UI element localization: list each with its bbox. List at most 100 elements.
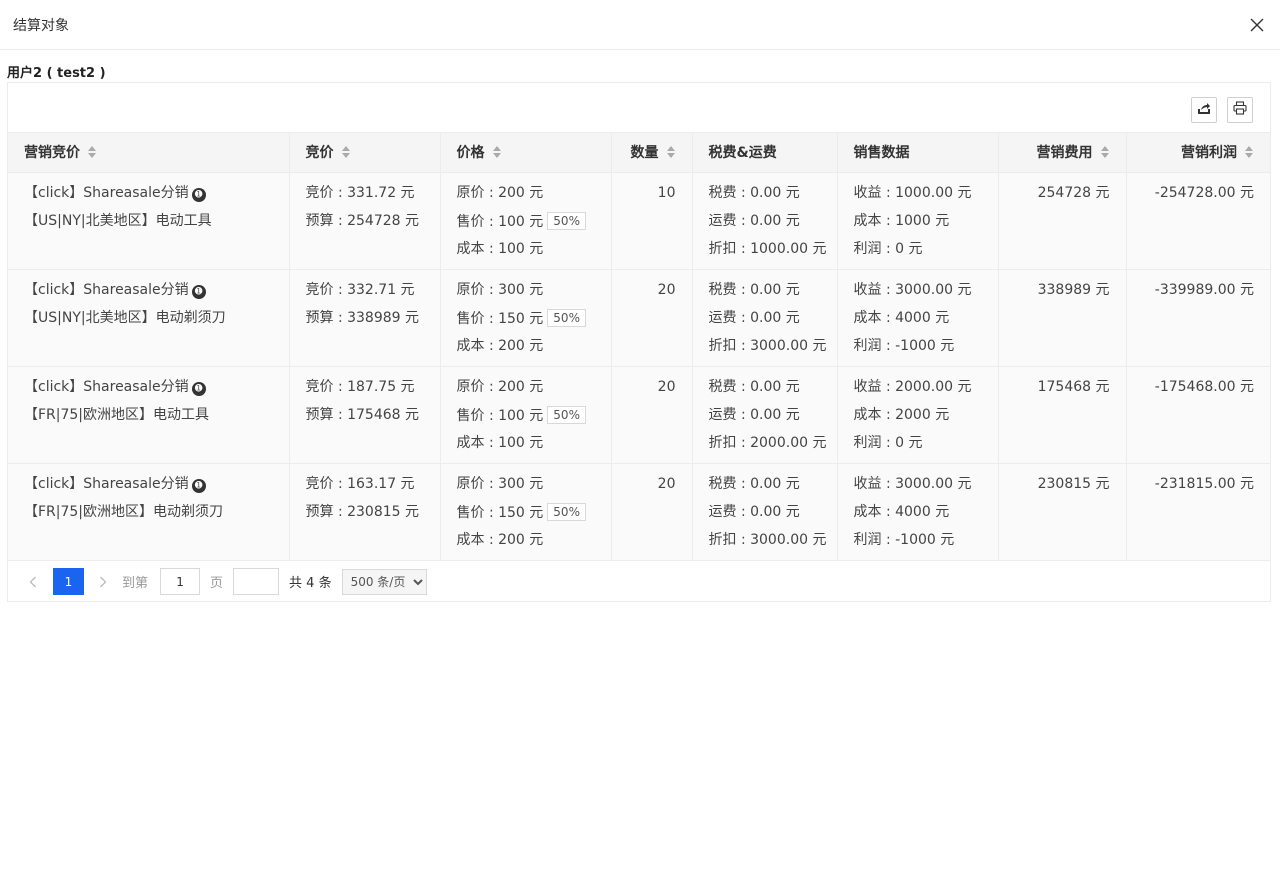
campaign-name: 【click】Shareasale分销 xyxy=(24,281,189,298)
sort-icon[interactable] xyxy=(666,146,676,159)
col-header-campaign[interactable]: 营销竞价 xyxy=(8,133,290,173)
info-icon[interactable]: ➊ xyxy=(191,284,206,299)
discount-tag: 50% xyxy=(547,211,586,230)
profit-value: 利润 : -1000 元 xyxy=(853,531,955,548)
cost-value: 成本 : 4000 元 xyxy=(853,503,950,520)
table-row: 【click】Shareasale分销 ➊ 【US|NY|北美地区】电动工具 竞价 :… xyxy=(8,172,1270,270)
budget-value: 预算 : 338989 元 xyxy=(305,309,420,326)
cell-bid: 竞价 : 163.17 元预算 : 230815 元 xyxy=(289,463,441,561)
cell-sales-data: 收益 : 3000.00 元成本 : 4000 元利润 : -1000 元 xyxy=(837,463,999,561)
cell-tax-shipping: 税费 : 0.00 元运费 : 0.00 元折扣 : 3000.00 元 xyxy=(692,463,838,561)
rebate-value: 折扣 : 3000.00 元 xyxy=(708,337,827,354)
page-button-current[interactable]: 1 xyxy=(53,568,84,595)
chevron-left-icon xyxy=(29,576,36,587)
export-button[interactable] xyxy=(1191,97,1217,123)
cell-marketing-profit: -175468.00 元 xyxy=(1126,366,1270,464)
next-page-button[interactable] xyxy=(96,575,110,589)
shipping-value: 运费 : 0.00 元 xyxy=(708,309,800,326)
original-price: 原价 : 300 元 xyxy=(456,475,544,492)
page-jump-input[interactable] xyxy=(233,568,280,595)
col-header-marketing-profit[interactable]: 营销利润 xyxy=(1126,133,1270,173)
marketing-profit-value: -175468.00 元 xyxy=(1154,378,1254,395)
cell-quantity: 20 xyxy=(611,366,693,464)
cell-tax-shipping: 税费 : 0.00 元运费 : 0.00 元折扣 : 2000.00 元 xyxy=(692,366,838,464)
page-size-select[interactable]: 500 条/页 xyxy=(341,568,427,595)
revenue-value: 收益 : 2000.00 元 xyxy=(853,378,972,395)
quantity-value: 20 xyxy=(657,378,676,395)
info-icon[interactable]: ➊ xyxy=(191,381,206,396)
campaign-target: 【FR|75|欧洲地区】电动剃须刀 xyxy=(24,503,224,520)
table-row: 【click】Shareasale分销 ➊ 【FR|75|欧洲地区】电动剃须刀 竞价 … xyxy=(8,463,1270,561)
tax-value: 税费 : 0.00 元 xyxy=(708,475,800,492)
cell-price: 原价 : 300 元售价 : 150 元 50% 成本 : 200 元 xyxy=(440,463,612,561)
cost-value: 成本 : 2000 元 xyxy=(853,406,950,423)
cost-price: 成本 : 200 元 xyxy=(456,531,544,548)
original-price: 原价 : 200 元 xyxy=(456,184,544,201)
sale-price: 售价 : 150 元 xyxy=(456,504,544,521)
sort-icon[interactable] xyxy=(88,146,97,159)
cell-marketing-cost: 338989 元 xyxy=(998,269,1127,367)
sale-price: 售价 : 150 元 xyxy=(456,310,544,327)
sort-icon[interactable] xyxy=(341,146,351,159)
cost-value: 成本 : 1000 元 xyxy=(853,212,950,229)
cell-marketing-profit: -254728.00 元 xyxy=(1126,172,1270,270)
cell-campaign: 【click】Shareasale分销 ➊ 【FR|75|欧洲地区】电动剃须刀 xyxy=(8,463,290,561)
info-icon[interactable]: ➊ xyxy=(191,187,206,202)
info-icon[interactable]: ➊ xyxy=(191,478,206,493)
campaign-name: 【click】Shareasale分销 xyxy=(24,475,189,492)
marketing-cost-value: 175468 元 xyxy=(1037,378,1110,395)
rebate-value: 折扣 : 2000.00 元 xyxy=(708,434,827,451)
shipping-value: 运费 : 0.00 元 xyxy=(708,406,800,423)
print-button[interactable] xyxy=(1227,97,1253,123)
cell-marketing-profit: -231815.00 元 xyxy=(1126,463,1270,561)
col-header-sales-data: 销售数据 xyxy=(837,133,999,173)
cell-price: 原价 : 200 元售价 : 100 元 50% 成本 : 100 元 xyxy=(440,366,612,464)
cell-bid: 竞价 : 187.75 元预算 : 175468 元 xyxy=(289,366,441,464)
shipping-value: 运费 : 0.00 元 xyxy=(708,212,800,229)
cell-tax-shipping: 税费 : 0.00 元运费 : 0.00 元折扣 : 1000.00 元 xyxy=(692,172,838,270)
quantity-value: 20 xyxy=(657,281,676,298)
shipping-value: 运费 : 0.00 元 xyxy=(708,503,800,520)
close-icon[interactable] xyxy=(1249,17,1265,33)
col-header-marketing-cost[interactable]: 营销费用 xyxy=(998,133,1127,173)
sale-price: 售价 : 100 元 xyxy=(456,213,544,230)
discount-tag: 50% xyxy=(547,308,586,327)
marketing-cost-value: 254728 元 xyxy=(1037,184,1110,201)
cell-sales-data: 收益 : 2000.00 元成本 : 2000 元利润 : 0 元 xyxy=(837,366,999,464)
cell-marketing-cost: 230815 元 xyxy=(998,463,1127,561)
bid-value: 竞价 : 331.72 元 xyxy=(305,184,415,201)
campaign-name: 【click】Shareasale分销 xyxy=(24,378,189,395)
campaign-name: 【click】Shareasale分销 xyxy=(24,184,189,201)
table-row: 【click】Shareasale分销 ➊ 【US|NY|北美地区】电动剃须刀 竞价 … xyxy=(8,269,1270,367)
sort-icon[interactable] xyxy=(1100,146,1110,159)
campaign-target: 【FR|75|欧洲地区】电动工具 xyxy=(24,406,210,423)
sort-icon[interactable] xyxy=(492,146,502,159)
cell-quantity: 20 xyxy=(611,463,693,561)
settlement-table: 营销竞价 竞价 价格 数量 税费&运费 销售数据 营销费用 营销利润 【clic… xyxy=(8,133,1270,561)
chevron-right-icon xyxy=(100,576,107,587)
dialog-header: 结算对象 xyxy=(0,0,1280,50)
marketing-cost-value: 338989 元 xyxy=(1037,281,1110,298)
cost-price: 成本 : 100 元 xyxy=(456,240,544,257)
revenue-value: 收益 : 1000.00 元 xyxy=(853,184,972,201)
discount-tag: 50% xyxy=(547,502,586,521)
goto-page-input[interactable] xyxy=(160,568,201,595)
col-header-price[interactable]: 价格 xyxy=(440,133,612,173)
col-header-tax-shipping: 税费&运费 xyxy=(692,133,838,173)
profit-value: 利润 : -1000 元 xyxy=(853,337,955,354)
pagination: 1 到第 页 共 4 条 500 条/页 xyxy=(8,561,1270,603)
cell-price: 原价 : 200 元售价 : 100 元 50% 成本 : 100 元 xyxy=(440,172,612,270)
prev-page-button[interactable] xyxy=(26,575,40,589)
original-price: 原价 : 300 元 xyxy=(456,281,544,298)
cost-value: 成本 : 4000 元 xyxy=(853,309,950,326)
goto-label: 到第 xyxy=(122,576,149,591)
bid-value: 竞价 : 163.17 元 xyxy=(305,475,415,492)
discount-tag: 50% xyxy=(547,405,586,424)
cost-price: 成本 : 200 元 xyxy=(456,337,544,354)
page-label: 页 xyxy=(210,576,224,591)
col-header-quantity[interactable]: 数量 xyxy=(611,133,693,173)
sort-icon[interactable] xyxy=(1245,146,1254,159)
col-header-bid[interactable]: 竞价 xyxy=(289,133,441,173)
marketing-profit-value: -339989.00 元 xyxy=(1154,281,1254,298)
profit-value: 利润 : 0 元 xyxy=(853,240,923,257)
